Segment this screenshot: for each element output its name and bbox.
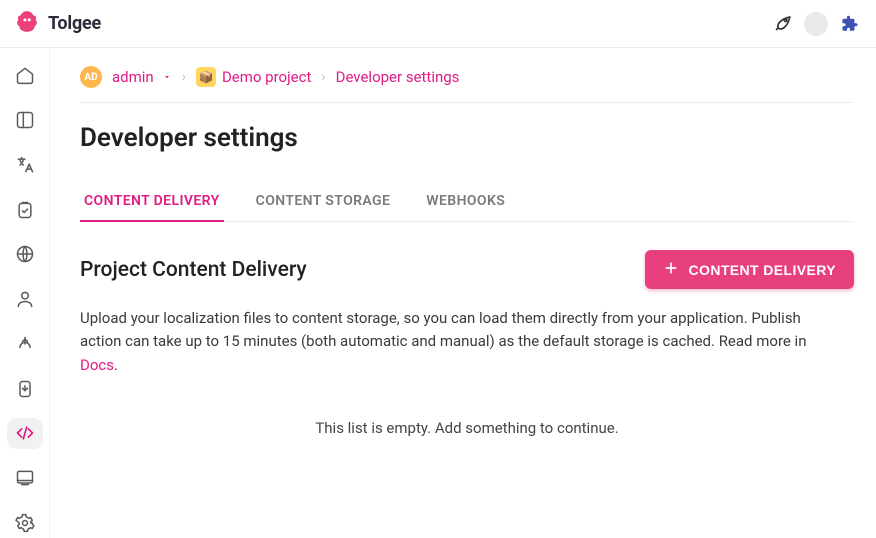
add-content-delivery-button[interactable]: CONTENT DELIVERY xyxy=(645,250,854,289)
topbar: Tolgee xyxy=(0,0,876,48)
section-description: Upload your localization files to conten… xyxy=(80,307,840,377)
description-text-1: Upload your localization files to conten… xyxy=(80,309,807,350)
sidebar-item-layout[interactable] xyxy=(7,105,43,136)
chevron-right-icon: › xyxy=(321,69,325,85)
user-avatar-badge: AD xyxy=(80,66,102,88)
section-title: Project Content Delivery xyxy=(80,258,307,282)
sidebar xyxy=(0,48,50,538)
brand[interactable]: Tolgee xyxy=(14,9,101,39)
plus-icon xyxy=(663,260,679,279)
docs-link[interactable]: Docs xyxy=(80,356,114,374)
topbar-actions xyxy=(774,12,862,36)
description-text-2: . xyxy=(114,356,118,374)
add-button-label: CONTENT DELIVERY xyxy=(689,262,836,278)
brand-name: Tolgee xyxy=(48,13,101,34)
breadcrumb-user[interactable]: admin xyxy=(112,68,172,86)
main-content: AD admin › 📦 Demo project › Developer se… xyxy=(50,48,876,538)
tab-webhooks[interactable]: WEBHOOKS xyxy=(422,183,509,221)
breadcrumb-user-label: admin xyxy=(112,68,154,86)
tab-content-storage[interactable]: CONTENT STORAGE xyxy=(252,183,395,221)
sidebar-item-developer[interactable] xyxy=(7,418,43,449)
chevron-right-icon: › xyxy=(182,69,186,85)
sidebar-item-languages[interactable] xyxy=(7,239,43,270)
breadcrumb-project[interactable]: 📦 Demo project xyxy=(196,67,311,87)
tabs: CONTENT DELIVERY CONTENT STORAGE WEBHOOK… xyxy=(80,183,854,222)
brand-logo-icon xyxy=(14,9,40,39)
project-icon: 📦 xyxy=(196,67,216,87)
chevron-down-icon xyxy=(162,68,172,86)
sidebar-item-settings[interactable] xyxy=(7,507,43,538)
sidebar-item-translate[interactable] xyxy=(7,149,43,180)
sidebar-item-tasks[interactable] xyxy=(7,194,43,225)
loading-avatar-icon[interactable] xyxy=(804,12,828,36)
empty-state: This list is empty. Add something to con… xyxy=(80,419,854,437)
extension-icon[interactable] xyxy=(838,12,862,36)
sidebar-item-integrations[interactable] xyxy=(7,463,43,494)
sidebar-item-home[interactable] xyxy=(7,60,43,91)
sidebar-item-members[interactable] xyxy=(7,284,43,315)
page-title: Developer settings xyxy=(80,123,854,153)
sidebar-item-export[interactable] xyxy=(7,328,43,359)
breadcrumb-project-label: Demo project xyxy=(222,68,311,86)
section-header: Project Content Delivery CONTENT DELIVER… xyxy=(80,250,854,289)
sidebar-item-import[interactable] xyxy=(7,373,43,404)
breadcrumb: AD admin › 📦 Demo project › Developer se… xyxy=(80,66,854,103)
breadcrumb-current: Developer settings xyxy=(336,68,460,86)
rocket-icon[interactable] xyxy=(774,12,794,36)
tab-content-delivery[interactable]: CONTENT DELIVERY xyxy=(80,183,224,221)
